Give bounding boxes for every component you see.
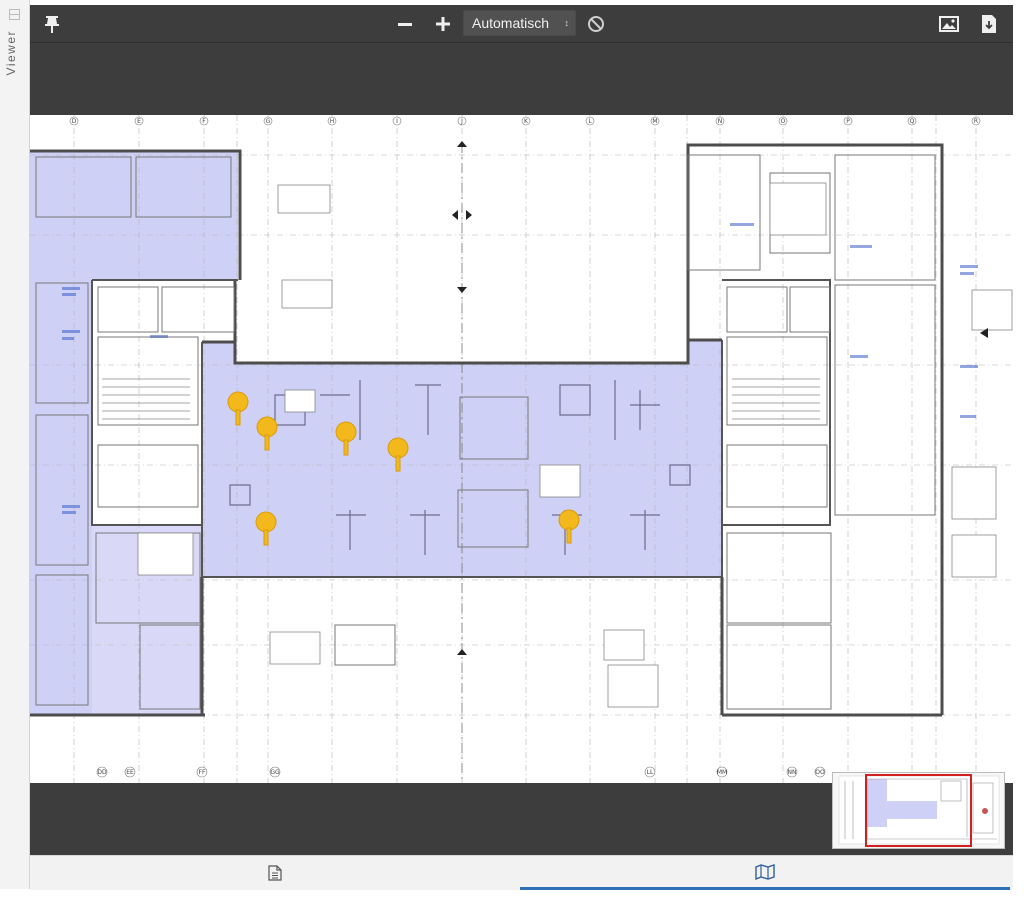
- svg-text:Q: Q: [910, 118, 915, 125]
- svg-text:FF: FF: [199, 769, 206, 776]
- plus-icon[interactable]: [429, 10, 457, 38]
- view-tabs: [30, 855, 1013, 890]
- minus-icon[interactable]: [391, 10, 419, 38]
- floor-plan-drawing: D E F G H I J K L M N O P Q R DD EE FF G…: [30, 115, 1013, 783]
- minimap-viewport-frame[interactable]: [865, 774, 972, 847]
- viewer-panel-label: Viewer: [4, 30, 18, 76]
- svg-text:N: N: [718, 118, 723, 125]
- svg-text:G: G: [266, 118, 271, 125]
- minimap[interactable]: [832, 772, 1005, 849]
- zoom-select[interactable]: Automatisch ↕: [463, 10, 576, 36]
- zone-west-strip: [30, 280, 92, 715]
- svg-text:DD: DD: [97, 769, 107, 776]
- viewer-panel: Automatisch ↕ D E F G H I J K L M N O P …: [30, 5, 1013, 855]
- svg-text:P: P: [846, 118, 850, 125]
- svg-text:O: O: [781, 118, 786, 125]
- viewer-toolbar: Automatisch ↕: [30, 5, 1013, 43]
- svg-text:MM: MM: [717, 769, 727, 776]
- zoom-select-value: Automatisch: [472, 15, 550, 31]
- svg-text:EE: EE: [126, 769, 134, 776]
- select-arrows-icon: ↕: [564, 18, 570, 28]
- svg-text:F: F: [202, 118, 206, 125]
- side-rail: Viewer: [0, 0, 30, 889]
- svg-text:I: I: [396, 118, 398, 125]
- pin-icon[interactable]: [38, 10, 66, 38]
- floor-plan-canvas[interactable]: D E F G H I J K L M N O P Q R DD EE FF G…: [30, 115, 1013, 783]
- no-entry-icon[interactable]: [582, 10, 610, 38]
- svg-text:GG: GG: [270, 769, 280, 776]
- svg-text:LL: LL: [647, 769, 654, 776]
- svg-text:H: H: [330, 118, 335, 125]
- svg-text:OO: OO: [815, 769, 825, 776]
- svg-text:R: R: [974, 118, 978, 125]
- download-icon[interactable]: [975, 10, 1003, 38]
- svg-text:D: D: [72, 118, 77, 125]
- svg-text:J: J: [460, 118, 463, 125]
- tab-map[interactable]: [520, 856, 1010, 890]
- svg-text:NN: NN: [788, 769, 797, 776]
- svg-text:M: M: [652, 118, 657, 125]
- map-icon: [755, 863, 775, 880]
- zone-west-upper: [30, 151, 238, 280]
- image-icon[interactable]: [935, 10, 963, 38]
- document-icon: [268, 865, 282, 881]
- svg-text:E: E: [137, 118, 141, 125]
- panel-toggle-icon[interactable]: [9, 9, 20, 20]
- tab-document[interactable]: [30, 856, 520, 890]
